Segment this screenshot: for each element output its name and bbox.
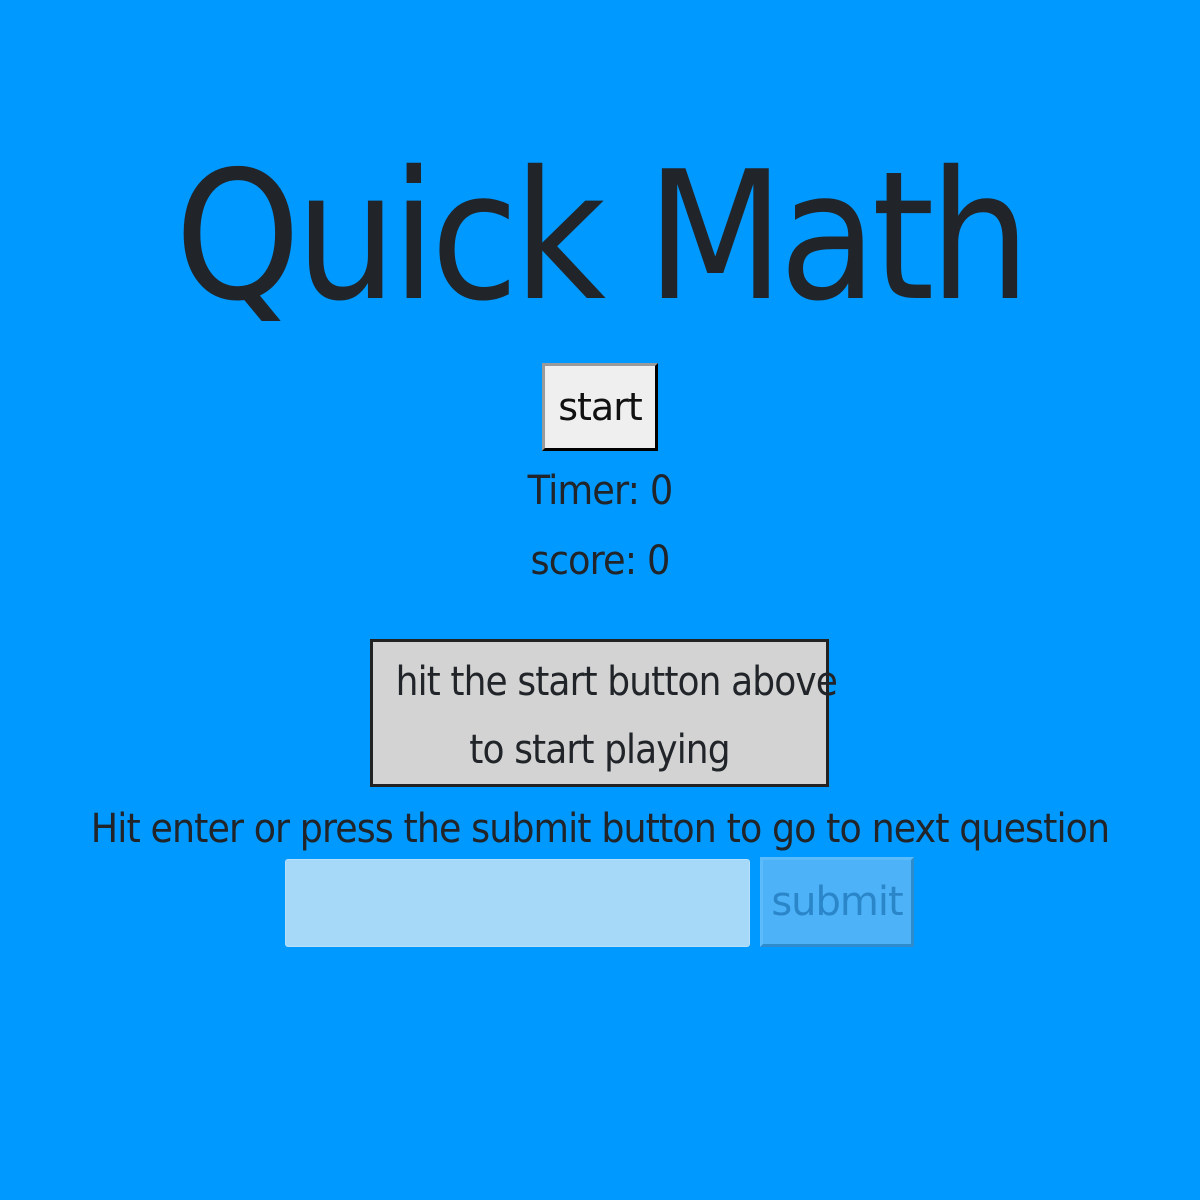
score-display: score: 0 [530, 538, 670, 584]
submit-button[interactable]: submit [760, 857, 914, 947]
timer-display: Timer: 0 [527, 468, 674, 514]
answer-input[interactable] [285, 859, 750, 947]
start-button[interactable]: start [542, 363, 658, 451]
question-line-2: to start playing [469, 727, 730, 773]
instructions-text: Hit enter or press the submit button to … [90, 806, 1110, 852]
page-title: Quick Math [174, 133, 1031, 340]
question-line-1: hit the start button above [395, 659, 838, 705]
question-box: hit the start button above to start play… [370, 639, 838, 787]
